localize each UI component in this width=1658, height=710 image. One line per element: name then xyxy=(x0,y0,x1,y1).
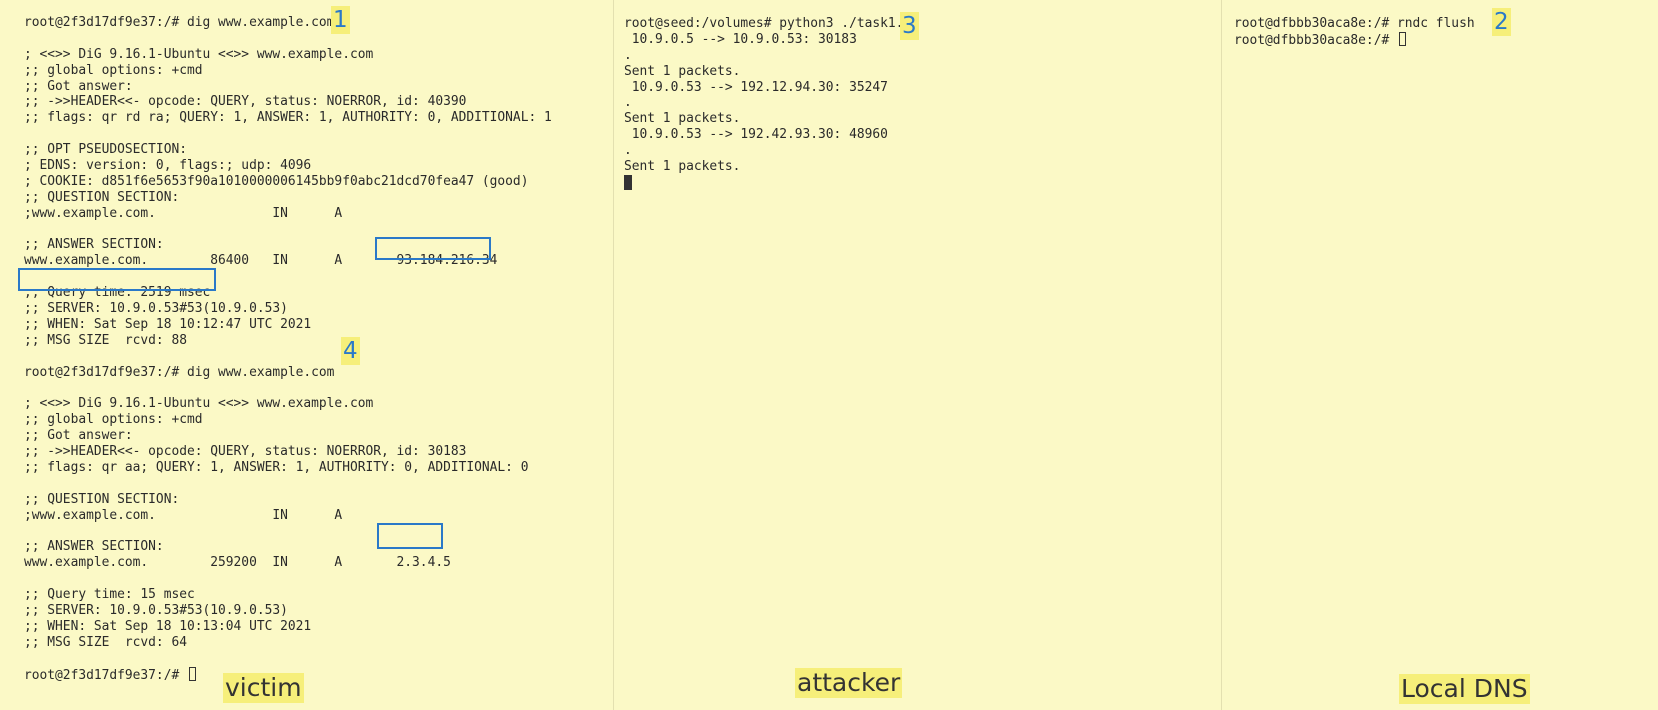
terminal-line: www.example.com. 259200 IN A 2.3.4.5 xyxy=(24,555,451,571)
victim-terminal-output[interactable]: root@2f3d17df9e37:/# dig www.example.com… xyxy=(24,15,552,683)
terminal-line: ;; MSG SIZE rcvd: 88 xyxy=(24,332,187,348)
terminal-line: ; <<>> DiG 9.16.1-Ubuntu <<>> www.exampl… xyxy=(24,46,374,62)
terminal-line: root@2f3d17df9e37:/# dig www.example.com xyxy=(24,15,335,30)
answer-ip-highlight-1 xyxy=(375,237,491,260)
terminal-line: . xyxy=(624,47,632,63)
terminal-line: ;; ->>HEADER<<- opcode: QUERY, status: N… xyxy=(24,444,467,460)
terminal-line: ;; WHEN: Sat Sep 18 10:12:47 UTC 2021 xyxy=(24,316,312,332)
attacker-label: attacker xyxy=(795,668,903,698)
terminal-line: root@dfbbb30aca8e:/# xyxy=(1234,31,1475,48)
terminal-line: root@dfbbb30aca8e:/# rndc flush xyxy=(1234,16,1475,31)
step-marker-2: 2 xyxy=(1492,8,1511,36)
terminal-line: ; COOKIE: d851f6e5653f90a1010000006145bb… xyxy=(24,173,529,189)
terminal-line: . xyxy=(624,143,632,159)
terminal-line: ;; WHEN: Sat Sep 18 10:13:04 UTC 2021 xyxy=(24,618,312,634)
terminal-line: Sent 1 packets. xyxy=(624,63,741,79)
terminal-line: root@seed:/volumes# python3 ./task1.py xyxy=(624,16,919,31)
terminal-line: ;; QUESTION SECTION: xyxy=(24,189,180,205)
terminal-line: ;; SERVER: 10.9.0.53#53(10.9.0.53) xyxy=(24,301,288,317)
victim-terminal-pane[interactable]: root@2f3d17df9e37:/# dig www.example.com… xyxy=(0,0,614,710)
terminal-line: ;; MSG SIZE rcvd: 64 xyxy=(24,634,187,650)
terminal-line: Sent 1 packets. xyxy=(624,159,741,175)
terminal-line: ;www.example.com. IN A xyxy=(24,507,343,523)
terminal-line: Sent 1 packets. xyxy=(624,111,741,127)
terminal-line: ;; Got answer: xyxy=(24,78,133,94)
terminal-line: ; EDNS: version: 0, flags:; udp: 4096 xyxy=(24,158,312,174)
terminal-line: ;; flags: qr rd ra; QUERY: 1, ANSWER: 1,… xyxy=(24,110,552,126)
cursor-icon xyxy=(1398,31,1406,46)
terminal-line: root@2f3d17df9e37:/# dig www.example.com xyxy=(24,364,335,380)
terminal-line: ;; SERVER: 10.9.0.53#53(10.9.0.53) xyxy=(24,602,288,618)
terminal-line: 10.9.0.5 --> 10.9.0.53: 30183 xyxy=(624,31,857,47)
terminal-line: ;; OPT PSEUDOSECTION: xyxy=(24,142,187,158)
step-marker-3: 3 xyxy=(900,12,919,40)
terminal-line: ;; Got answer: xyxy=(24,428,133,444)
attacker-terminal-pane[interactable]: root@seed:/volumes# python3 ./task1.py 1… xyxy=(614,0,1222,710)
terminal-line: ;; Query time: 15 msec xyxy=(24,587,195,603)
terminal-line: ;www.example.com. IN A xyxy=(24,205,343,221)
terminal-line: 10.9.0.53 --> 192.42.93.30: 48960 xyxy=(624,127,888,143)
terminal-line xyxy=(624,174,919,191)
cursor-icon xyxy=(188,666,196,681)
terminal-line: ;; QUESTION SECTION: xyxy=(24,491,180,507)
victim-label: victim xyxy=(223,673,304,703)
terminal-line: ; <<>> DiG 9.16.1-Ubuntu <<>> www.exampl… xyxy=(24,396,374,412)
local-dns-terminal-pane[interactable]: root@dfbbb30aca8e:/# rndc flush root@dfbb… xyxy=(1222,0,1658,710)
terminal-screenshot: root@2f3d17df9e37:/# dig www.example.com… xyxy=(0,0,1658,710)
step-marker-4: 4 xyxy=(341,337,360,365)
local-dns-label: Local DNS xyxy=(1399,674,1530,704)
terminal-line: ;; ->>HEADER<<- opcode: QUERY, status: N… xyxy=(24,94,467,110)
query-time-highlight xyxy=(18,268,216,291)
cursor-icon xyxy=(624,174,632,190)
answer-ip-highlight-2 xyxy=(377,523,443,549)
terminal-line: ;; flags: qr aa; QUERY: 1, ANSWER: 1, AU… xyxy=(24,459,529,475)
terminal-line: ;; ANSWER SECTION: xyxy=(24,539,164,555)
terminal-line: ;; global options: +cmd xyxy=(24,412,203,428)
attacker-terminal-output[interactable]: root@seed:/volumes# python3 ./task1.py 1… xyxy=(624,16,919,191)
terminal-line: 10.9.0.53 --> 192.12.94.30: 35247 xyxy=(624,79,888,95)
step-marker-1: 1 xyxy=(331,6,350,34)
local-dns-terminal-output[interactable]: root@dfbbb30aca8e:/# rndc flush root@dfbb… xyxy=(1234,16,1475,48)
terminal-line: . xyxy=(624,95,632,111)
terminal-line: ;; global options: +cmd xyxy=(24,62,203,78)
